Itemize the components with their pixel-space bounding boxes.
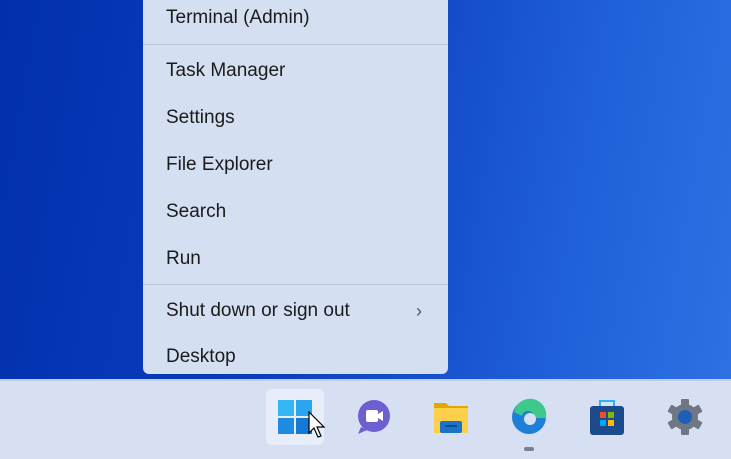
menu-item-shut-down[interactable]: Shut down or sign out ›: [143, 291, 448, 331]
edge-button[interactable]: [500, 389, 558, 451]
microsoft-store-button[interactable]: [578, 389, 636, 445]
file-explorer-button[interactable]: [422, 389, 480, 445]
running-indicator: [524, 447, 534, 451]
mouse-cursor-icon: [308, 411, 326, 438]
menu-item-run[interactable]: Run: [143, 239, 448, 279]
microsoft-store-icon: [590, 400, 624, 435]
winx-context-menu: Terminal (Admin) Task Manager Settings F…: [143, 0, 448, 374]
settings-gear-icon: [667, 399, 703, 435]
taskbar: [0, 379, 731, 459]
menu-item-terminal-admin[interactable]: Terminal (Admin): [143, 0, 448, 38]
start-button[interactable]: [266, 389, 326, 445]
teams-chat-button[interactable]: [344, 389, 402, 445]
teams-chat-icon: [358, 400, 390, 434]
menu-item-settings[interactable]: Settings: [143, 98, 448, 138]
menu-separator: [143, 284, 448, 285]
menu-item-file-explorer[interactable]: File Explorer: [143, 145, 448, 185]
menu-item-search[interactable]: Search: [143, 192, 448, 232]
menu-item-task-manager[interactable]: Task Manager: [143, 51, 448, 91]
file-explorer-icon: [434, 403, 468, 433]
chevron-right-icon: ›: [416, 300, 422, 321]
edge-icon: [512, 398, 547, 434]
settings-button[interactable]: [656, 389, 714, 445]
menu-separator: [143, 44, 448, 45]
menu-item-desktop[interactable]: Desktop: [143, 337, 448, 377]
